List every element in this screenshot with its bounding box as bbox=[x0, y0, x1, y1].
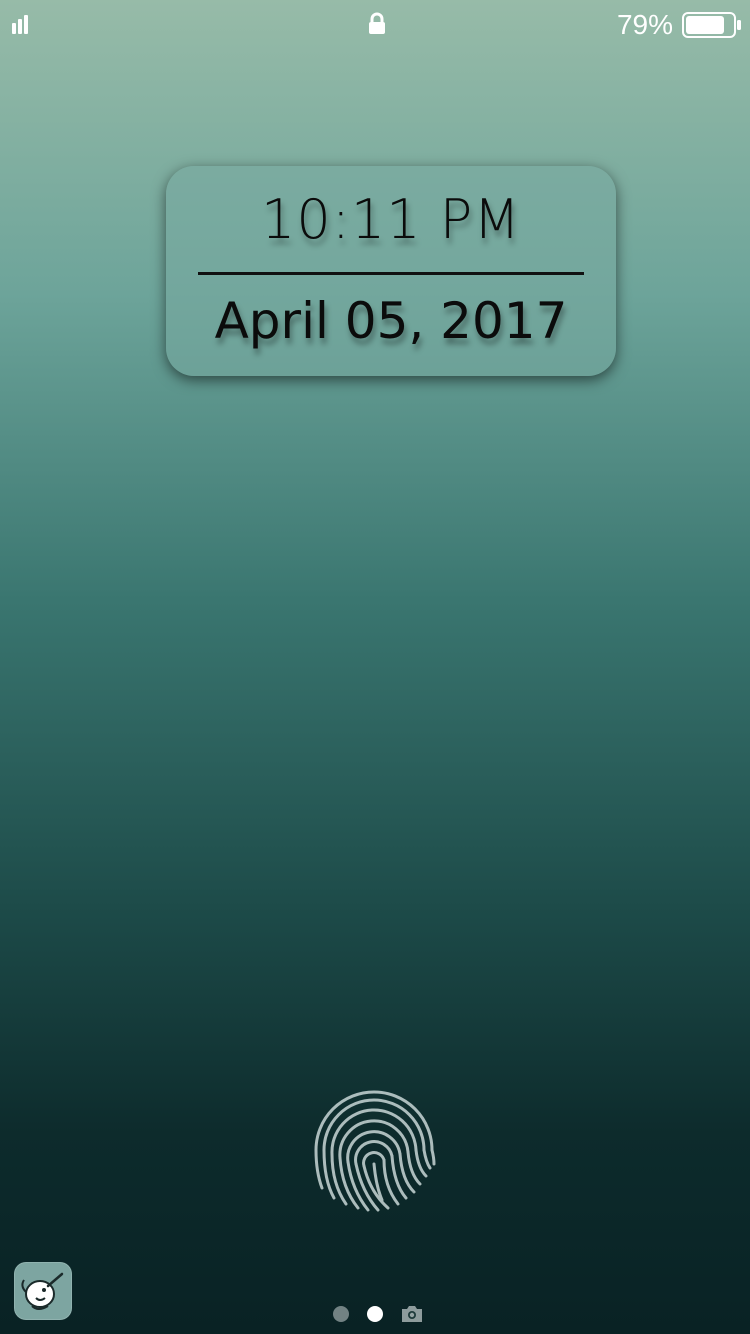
clock-date: April 05, 2017 bbox=[214, 292, 568, 350]
camera-icon[interactable] bbox=[400, 1304, 424, 1324]
clock-time: 10:11 PM bbox=[261, 188, 521, 251]
battery-percentage: 79% bbox=[616, 9, 673, 40]
signal-bars-icon bbox=[12, 15, 28, 34]
status-bar: 79% bbox=[0, 0, 750, 50]
app-shortcut-button[interactable] bbox=[14, 1262, 72, 1320]
page-dot-2-current[interactable] bbox=[367, 1306, 383, 1322]
narwhal-app-icon bbox=[21, 1272, 64, 1310]
battery-icon bbox=[682, 12, 741, 38]
page-dot-1[interactable] bbox=[333, 1306, 349, 1322]
fingerprint-icon[interactable] bbox=[306, 1080, 442, 1216]
page-indicator[interactable] bbox=[332, 1304, 432, 1326]
clock-widget: 10:11 PM April 05, 2017 bbox=[166, 166, 616, 376]
clock-divider bbox=[198, 272, 584, 275]
lock-icon bbox=[369, 12, 385, 34]
